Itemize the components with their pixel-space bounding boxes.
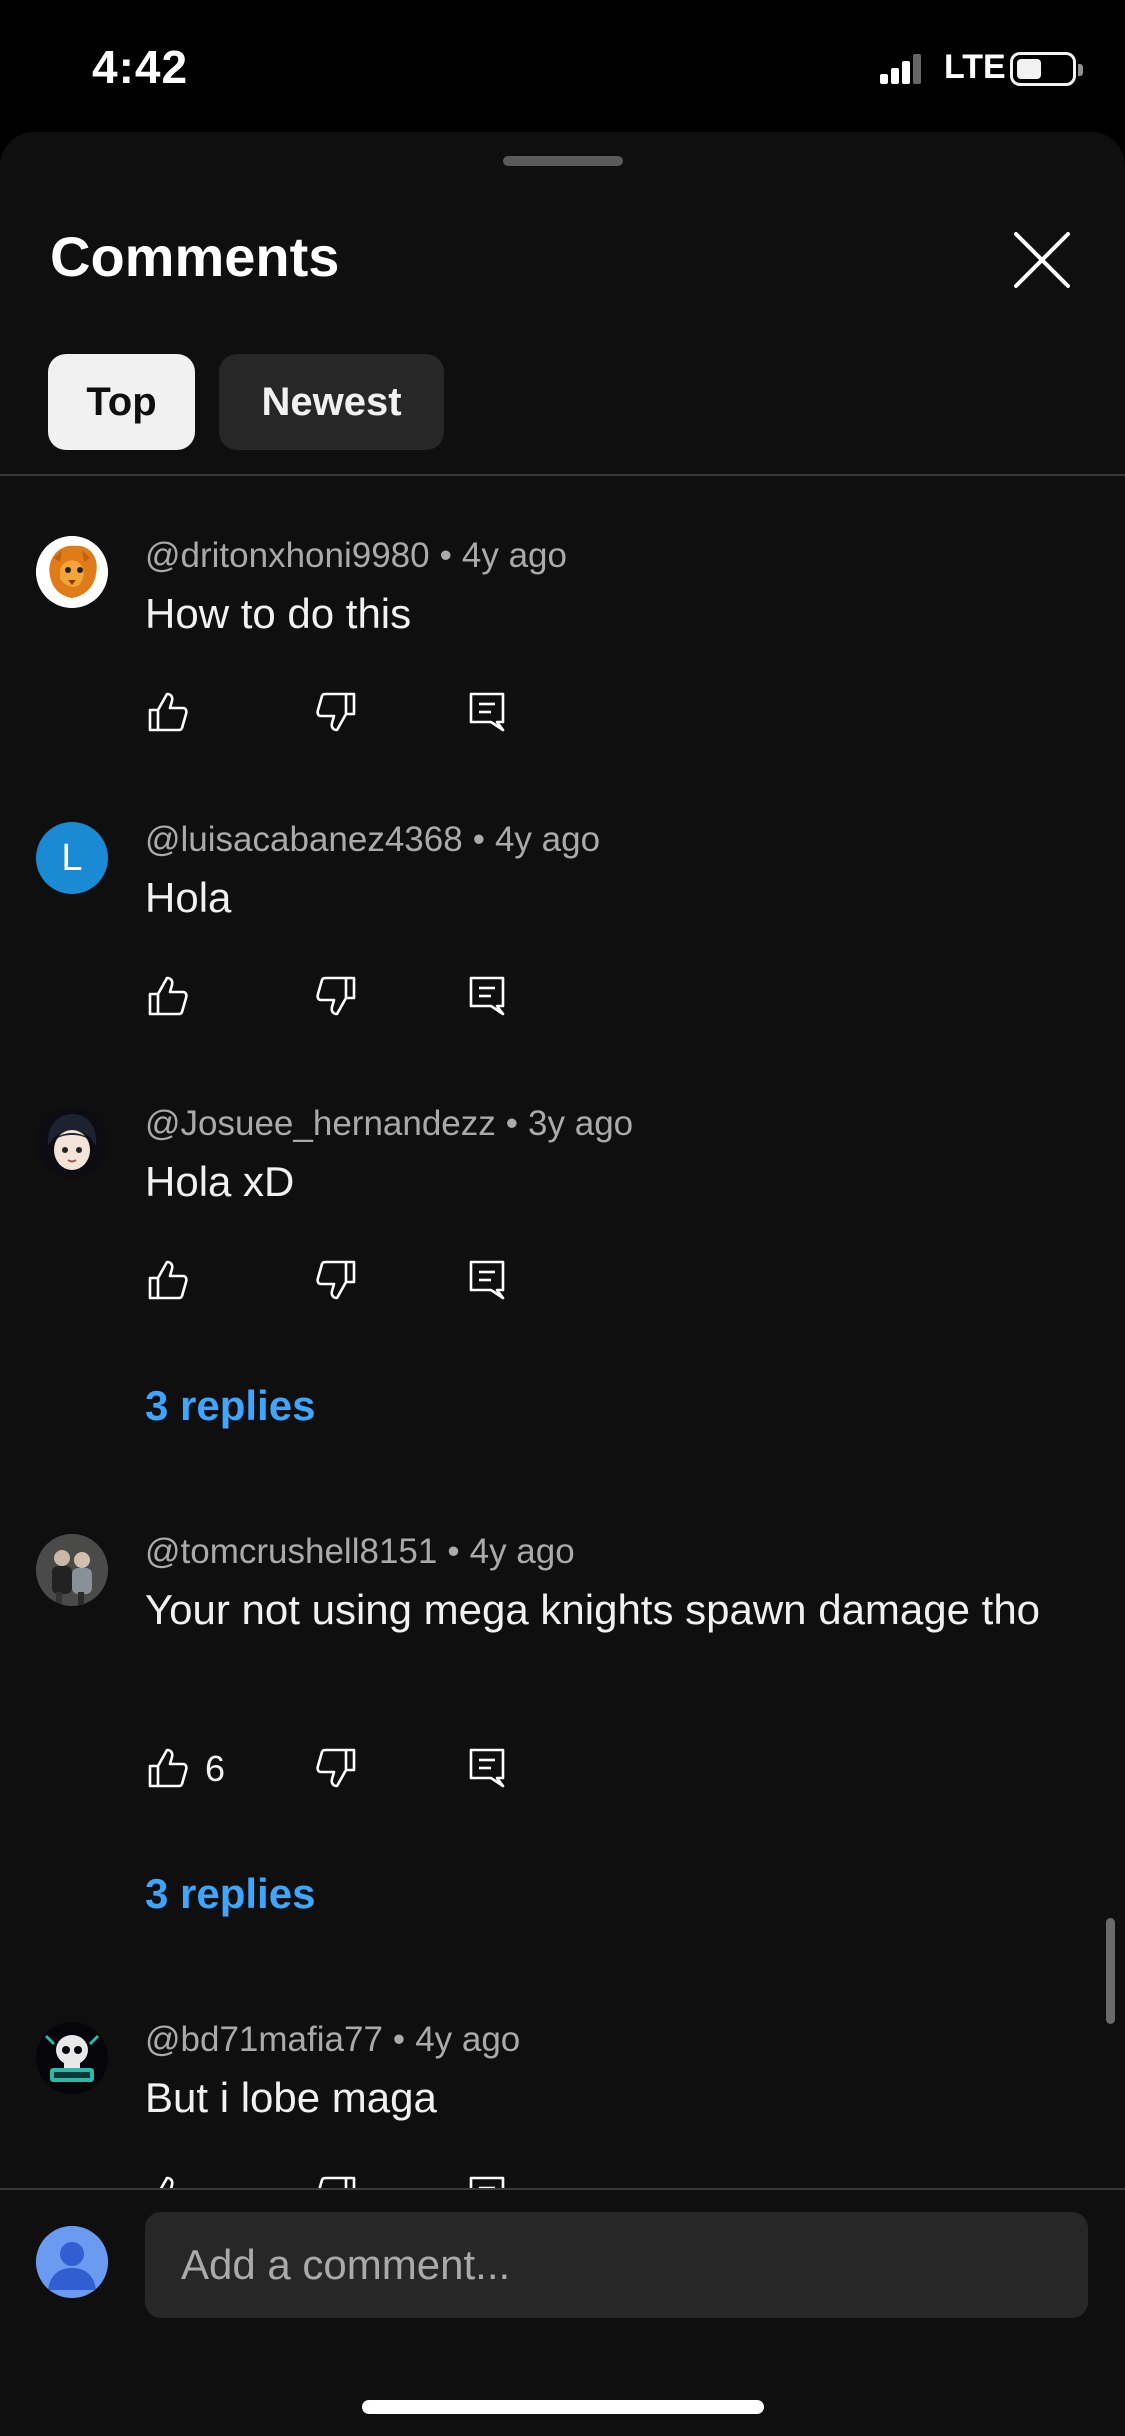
thumbs-down-icon — [316, 692, 356, 732]
signal-icon — [880, 54, 921, 84]
comment-time: 4y ago — [494, 820, 601, 859]
status-bar: 4:42 LTE — [0, 0, 1125, 132]
thumbs-up-icon — [148, 1748, 188, 1788]
dislike-button[interactable] — [315, 974, 357, 1018]
thumbs-up-icon — [148, 1260, 188, 1300]
comment-author[interactable]: @bd71mafia77 — [145, 2020, 383, 2059]
battery-icon — [1010, 52, 1083, 86]
comment-text: How to do this — [145, 590, 412, 637]
add-comment-bar — [0, 2188, 1125, 2436]
comment-time: 4y ago — [461, 536, 567, 575]
reply-button[interactable] — [467, 1746, 509, 1790]
comment-meta: @bd71mafia77 • 4y ago — [145, 2020, 521, 2059]
comment-text: Hola xD — [145, 1158, 295, 1205]
thumbs-up-icon — [148, 976, 188, 1016]
comment-text: Hola — [145, 874, 232, 921]
dislike-button[interactable] — [315, 690, 357, 734]
user-avatar[interactable] — [36, 2226, 108, 2298]
comment-actions — [145, 690, 545, 740]
drag-handle[interactable] — [503, 156, 623, 166]
status-time: 4:42 — [92, 41, 189, 93]
comment-actions: 6 — [145, 1746, 545, 1796]
comment-meta: @dritonxhoni9980 • 4y ago — [145, 536, 567, 575]
lion-logo-icon — [36, 536, 108, 608]
like-button[interactable] — [147, 974, 189, 1018]
avatar[interactable]: L — [36, 822, 108, 894]
like-button[interactable] — [147, 690, 189, 734]
comment-text: Your not using mega knights spawn damage… — [145, 1586, 1041, 1633]
thumbs-up-icon — [148, 692, 188, 732]
comment-author[interactable]: @luisacabanez4368 — [145, 820, 463, 859]
avatar[interactable] — [36, 536, 108, 608]
scrollbar[interactable] — [1106, 1918, 1115, 2024]
sheet-title: Comments — [50, 225, 340, 288]
dislike-button[interactable] — [315, 1258, 357, 1302]
network-label: LTE — [944, 48, 1006, 86]
comment-time: 4y ago — [415, 2020, 521, 2059]
avatar[interactable] — [36, 1534, 108, 1606]
close-button[interactable] — [1010, 228, 1074, 292]
comment-actions — [145, 974, 545, 1024]
comment-author[interactable]: @tomcrushell8151 — [145, 1532, 437, 1571]
comment-time: 3y ago — [528, 1104, 634, 1143]
user-icon — [36, 2226, 108, 2298]
view-replies-link[interactable]: 3 replies — [145, 1382, 315, 1430]
comment-author[interactable]: @dritonxhoni9980 — [145, 536, 430, 575]
reply-icon — [469, 1260, 505, 1300]
thumbs-down-icon — [316, 976, 356, 1016]
anime-face-icon — [36, 1106, 108, 1178]
reply-button[interactable] — [467, 690, 509, 734]
reply-icon — [469, 1748, 505, 1788]
avatar[interactable] — [36, 2022, 108, 2094]
add-comment-input[interactable] — [145, 2212, 1088, 2318]
reply-button[interactable] — [467, 1258, 509, 1302]
photo-avatar-icon — [36, 1534, 108, 1606]
thumbs-down-icon — [316, 1748, 356, 1788]
reply-icon — [469, 976, 505, 1016]
skull-logo-icon — [36, 2022, 108, 2094]
view-replies-link[interactable]: 3 replies — [145, 1870, 315, 1918]
comment-text: But i lobe maga — [145, 2074, 437, 2121]
comment-time: 4y ago — [469, 1532, 575, 1571]
avatar[interactable] — [36, 1106, 108, 1178]
reply-button[interactable] — [467, 974, 509, 1018]
comment-meta: @Josuee_hernandezz • 3y ago — [145, 1104, 634, 1143]
like-button[interactable] — [147, 1258, 189, 1302]
comment-actions — [145, 1258, 545, 1308]
like-button[interactable] — [147, 1746, 189, 1790]
like-count: 6 — [205, 1748, 226, 1789]
reply-icon — [469, 692, 505, 732]
comment-list[interactable]: @dritonxhoni9980 • 4y ago How to do this L… — [0, 344, 1125, 2190]
comment-meta: @tomcrushell8151 • 4y ago — [145, 1532, 575, 1571]
home-indicator[interactable] — [362, 2400, 764, 2414]
comment-meta: @luisacabanez4368 • 4y ago — [145, 820, 601, 859]
close-icon — [1014, 232, 1070, 288]
comment-author[interactable]: @Josuee_hernandezz — [145, 1104, 496, 1143]
thumbs-down-icon — [316, 1260, 356, 1300]
dislike-button[interactable] — [315, 1746, 357, 1790]
avatar-letter: L — [61, 836, 83, 879]
